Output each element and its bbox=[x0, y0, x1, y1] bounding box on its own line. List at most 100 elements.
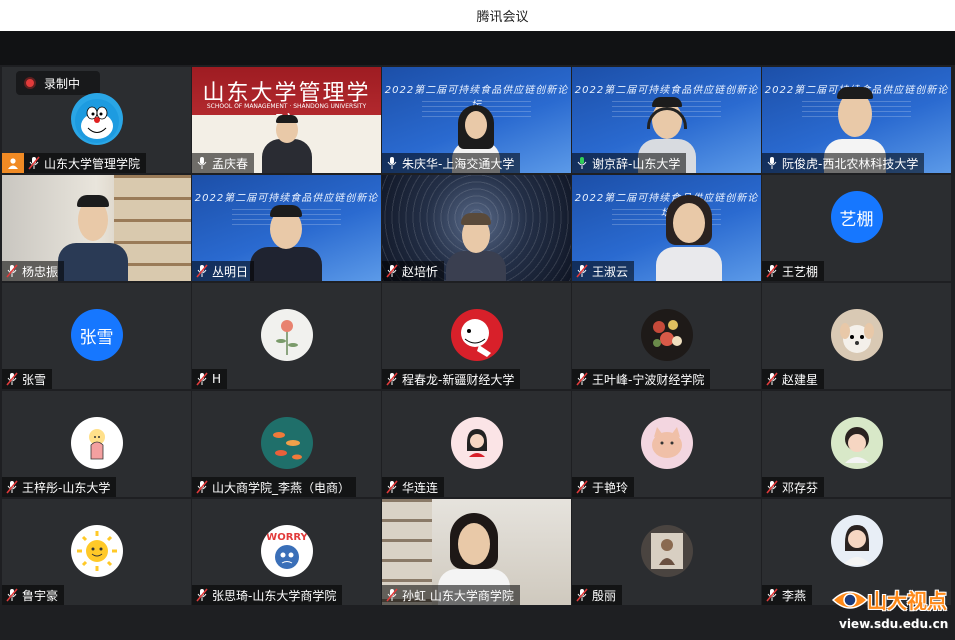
participant-tile[interactable]: WORRY 张思琦-山东大学商学院 bbox=[192, 499, 381, 605]
mic-muted-icon bbox=[766, 372, 778, 386]
participant-name: 王梓彤-山东大学 bbox=[22, 480, 111, 495]
puppy-avatar-icon bbox=[839, 323, 874, 353]
participant-tile[interactable]: 于艳玲 bbox=[572, 391, 761, 497]
participant-name: 鲁宇豪 bbox=[22, 588, 59, 603]
mic-muted-icon bbox=[386, 264, 398, 278]
participant-namebar: 殷丽 bbox=[572, 585, 623, 605]
mic-muted-icon bbox=[196, 588, 208, 602]
avatar bbox=[640, 417, 693, 469]
window-title: 腾讯会议 bbox=[476, 10, 529, 25]
speaker-figure bbox=[446, 211, 506, 281]
participant-name: 山大商学院_李燕（电商） bbox=[212, 480, 351, 495]
mic-muted-icon bbox=[576, 264, 588, 278]
watermark-name: 山大视点 bbox=[867, 589, 947, 613]
participant-tile-speaking[interactable]: 2022第二届可持续食品供应链创新论坛 谢京辞-山东大学 bbox=[572, 67, 761, 173]
avatar bbox=[70, 417, 123, 469]
participant-tile[interactable]: 录制中 山东大学管理学院 bbox=[2, 67, 191, 173]
avatar: 艺棚 bbox=[830, 191, 883, 243]
mic-muted-icon bbox=[6, 264, 18, 278]
mic-icon bbox=[767, 157, 777, 169]
participant-name: 谢京辞-山东大学 bbox=[592, 156, 681, 171]
watermark-logo: 山大视点 view.sdu.edu.cn bbox=[831, 582, 949, 636]
eye-logo-icon bbox=[831, 591, 869, 609]
participant-tile[interactable]: 王梓彤-山东大学 bbox=[2, 391, 191, 497]
participant-namebar: 王艺棚 bbox=[762, 261, 825, 281]
participant-name: 王艺棚 bbox=[782, 264, 819, 279]
participant-namebar: 王梓彤-山东大学 bbox=[2, 477, 117, 497]
participant-tile[interactable]: 山东大学管理学院 SCHOOL OF MANAGEMENT · SHANDONG… bbox=[192, 67, 381, 173]
mic-muted-icon bbox=[386, 480, 398, 494]
meeting-top-strip bbox=[0, 31, 955, 65]
participant-tile[interactable]: 2022第二届可持续食品供应链创新论坛 朱庆华-上海交通大学 bbox=[382, 67, 571, 173]
mic-muted-icon bbox=[766, 480, 778, 494]
participant-tile[interactable]: 赵培忻 bbox=[382, 175, 571, 281]
participant-tile[interactable]: 华连连 bbox=[382, 391, 571, 497]
doraemon-avatar-icon bbox=[74, 99, 119, 143]
participant-name: H bbox=[212, 372, 222, 386]
participant-tile[interactable]: 2022第二届可持续食品供应链创新论坛 阮俊虎-西北农林科技大学 bbox=[762, 67, 951, 173]
avatar bbox=[260, 417, 313, 469]
participant-namebar: 王淑云 bbox=[572, 261, 635, 281]
recording-label: 录制中 bbox=[44, 76, 81, 91]
participant-namebar: 王叶峰-宁波财经学院 bbox=[572, 369, 711, 389]
participant-tile[interactable]: H bbox=[192, 283, 381, 389]
avatar: WORRY bbox=[260, 525, 313, 577]
participant-namebar: 邓存芬 bbox=[762, 477, 825, 497]
mic-muted-icon bbox=[576, 480, 588, 494]
participant-namebar: 张思琦-山东大学商学院 bbox=[192, 585, 343, 605]
participant-tile[interactable]: 2022第二届可持续食品供应链创新论坛 王淑云 bbox=[572, 175, 761, 281]
mic-muted-icon bbox=[6, 480, 18, 494]
participant-namebar: 鲁宇豪 bbox=[2, 585, 65, 605]
painting-avatar-icon bbox=[652, 320, 682, 347]
participant-namebar: 阮俊虎-西北农林科技大学 bbox=[762, 153, 925, 173]
host-icon bbox=[2, 153, 24, 173]
meeting-stage: 录制中 山东大学管理学院 山东大学管理学 SCHOOL OF MANAGEMEN… bbox=[0, 31, 955, 640]
mic-muted-icon bbox=[196, 264, 208, 278]
participant-tile[interactable]: 王叶峰-宁波财经学院 bbox=[572, 283, 761, 389]
mic-muted-icon bbox=[196, 480, 208, 494]
speaker-figure bbox=[656, 193, 722, 281]
mic-muted-icon bbox=[766, 264, 778, 278]
flower-avatar-icon bbox=[275, 320, 298, 355]
participant-tile[interactable]: 艺棚 王艺棚 bbox=[762, 175, 951, 281]
participant-tile[interactable]: 赵建星 bbox=[762, 283, 951, 389]
participant-name: 赵培忻 bbox=[402, 264, 439, 279]
participant-namebar: 孙虹 山东大学商学院 bbox=[382, 585, 520, 605]
participant-name: 于艳玲 bbox=[592, 480, 629, 495]
avatar bbox=[260, 309, 313, 361]
participant-name: 殷丽 bbox=[592, 588, 617, 603]
participant-tile[interactable]: 孙虹 山东大学商学院 bbox=[382, 499, 571, 605]
participant-tile[interactable]: 程春龙-新疆财经大学 bbox=[382, 283, 571, 389]
participant-tile[interactable]: 2022第二届可持续食品供应链创新论坛 丛明日 bbox=[192, 175, 381, 281]
participant-tile[interactable]: 张雪 张雪 bbox=[2, 283, 191, 389]
fish-avatar-icon bbox=[272, 432, 302, 460]
child-avatar-icon bbox=[844, 427, 869, 463]
avatar: 张雪 bbox=[70, 309, 123, 361]
participant-namebar: 赵建星 bbox=[762, 369, 825, 389]
participant-tile[interactable]: 邓存芬 bbox=[762, 391, 951, 497]
participant-name: 张雪 bbox=[22, 372, 47, 387]
mic-muted-icon bbox=[766, 588, 778, 602]
participant-name: 邓存芬 bbox=[782, 480, 819, 495]
avatar bbox=[450, 417, 503, 469]
avatar bbox=[640, 525, 693, 577]
participant-tile[interactable]: 杨忠振 bbox=[2, 175, 191, 281]
mic-muted-icon bbox=[576, 372, 588, 386]
participant-tile[interactable]: 山大商学院_李燕（电商） bbox=[192, 391, 381, 497]
participant-tile[interactable]: 殷丽 bbox=[572, 499, 761, 605]
participant-name: 朱庆华-上海交通大学 bbox=[402, 156, 515, 171]
avatar bbox=[830, 309, 883, 361]
speaker-figure bbox=[58, 191, 128, 281]
participant-name: 赵建星 bbox=[782, 372, 819, 387]
participant-tile[interactable]: 鲁宇豪 bbox=[2, 499, 191, 605]
participant-namebar: 山东大学管理学院 bbox=[24, 153, 147, 173]
mic-muted-icon bbox=[28, 156, 40, 170]
participant-namebar: 张雪 bbox=[2, 369, 53, 389]
cat-avatar-icon bbox=[651, 427, 682, 458]
participant-name: 杨忠振 bbox=[22, 264, 59, 279]
recording-indicator[interactable]: 录制中 bbox=[16, 71, 100, 95]
record-icon bbox=[24, 77, 36, 89]
girl-avatar-icon bbox=[466, 429, 487, 457]
participant-name: 山东大学管理学院 bbox=[44, 156, 141, 171]
woman-avatar-icon bbox=[842, 525, 871, 565]
